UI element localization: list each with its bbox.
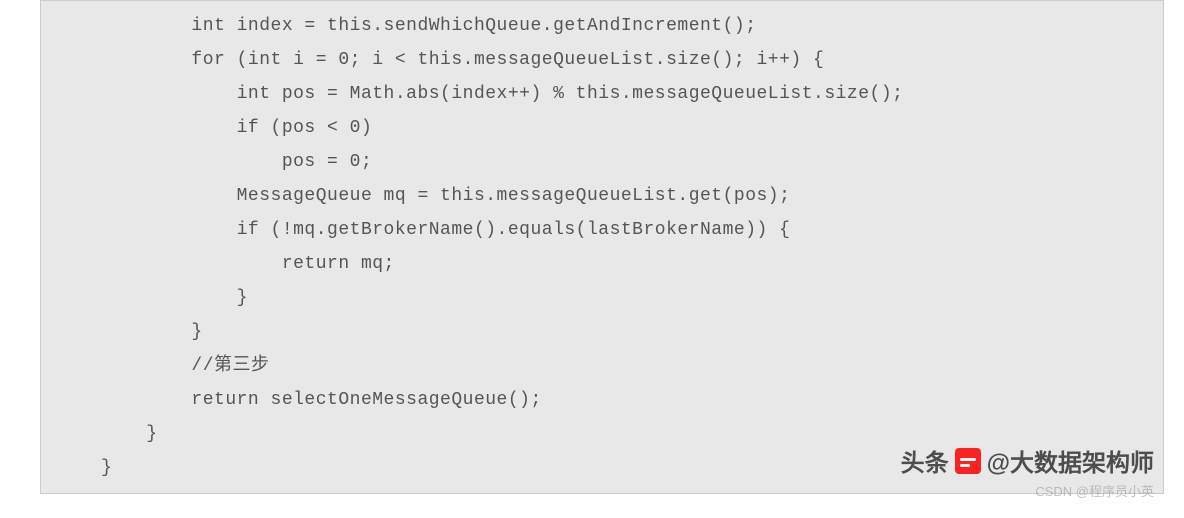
watermark-text: @大数据架构师	[987, 443, 1154, 478]
code-line: if (!mq.getBrokerName().equals(lastBroke…	[41, 213, 1163, 247]
code-line: }	[41, 315, 1163, 349]
code-line: for (int i = 0; i < this.messageQueueLis…	[41, 43, 1163, 77]
watermark-toutiao: 头条 @大数据架构师	[901, 443, 1154, 478]
toutiao-logo-icon	[955, 448, 981, 474]
code-line: }	[41, 281, 1163, 315]
watermark-csdn: CSDN @程序员小英	[1035, 481, 1154, 500]
watermark-prefix: 头条	[901, 443, 949, 478]
code-line: int index = this.sendWhichQueue.getAndIn…	[41, 9, 1163, 43]
code-line: return selectOneMessageQueue();	[41, 383, 1163, 417]
code-line: int pos = Math.abs(index++) % this.messa…	[41, 77, 1163, 111]
code-line: //第三步	[41, 349, 1163, 383]
code-line: pos = 0;	[41, 145, 1163, 179]
code-line: return mq;	[41, 247, 1163, 281]
code-block: int index = this.sendWhichQueue.getAndIn…	[40, 0, 1164, 494]
code-line: MessageQueue mq = this.messageQueueList.…	[41, 179, 1163, 213]
code-line: if (pos < 0)	[41, 111, 1163, 145]
